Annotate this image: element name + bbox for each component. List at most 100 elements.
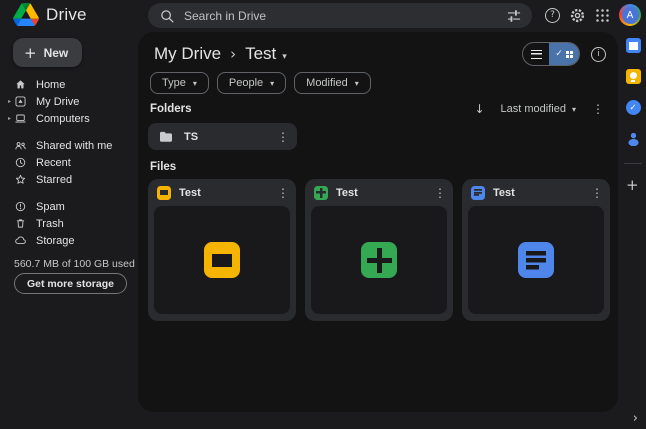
file-card-docs[interactable]: Test ⋮	[462, 179, 610, 321]
filter-chip-modified[interactable]: Modified ▾	[294, 72, 371, 94]
help-button[interactable]: ?	[545, 7, 560, 23]
info-icon: i	[597, 49, 600, 59]
file-preview	[468, 206, 604, 314]
sidebar-item-spam[interactable]: Spam	[0, 198, 138, 215]
folder-name: TS	[184, 130, 199, 143]
contacts-icon	[625, 131, 641, 146]
apps-grid-icon	[596, 8, 609, 22]
more-vertical-icon: ⋮	[277, 185, 289, 200]
list-view-icon	[530, 49, 542, 59]
cloud-icon	[15, 236, 26, 244]
docs-file-icon	[471, 185, 485, 200]
list-view-button[interactable]	[523, 43, 549, 65]
filter-chip-type[interactable]: Type ▾	[150, 72, 209, 94]
sidebar-item-recent[interactable]: Recent	[0, 154, 138, 171]
grid-view-icon	[565, 50, 573, 58]
breadcrumb: My Drive › Test ▾	[154, 44, 287, 64]
slides-preview-icon	[204, 242, 240, 278]
folder-icon	[160, 131, 172, 142]
sheets-file-icon	[314, 185, 328, 200]
file-cards: Test ⋮ Test ⋮ Test ⋮	[148, 179, 610, 321]
sidebar-item-home[interactable]: Home	[0, 76, 138, 93]
tasks-icon: ✓	[625, 100, 641, 115]
account-avatar[interactable]: A	[619, 4, 641, 26]
grid-view-button[interactable]: ✓	[549, 43, 579, 65]
new-button[interactable]: + New	[13, 38, 83, 67]
expand-arrow-icon[interactable]: ▸	[5, 115, 14, 122]
search-options-icon[interactable]	[506, 8, 522, 24]
help-icon: ?	[550, 10, 555, 20]
calendar-icon	[625, 38, 641, 53]
apps-grid-button[interactable]	[595, 8, 610, 23]
get-more-storage-button[interactable]: Get more storage	[14, 273, 127, 294]
sidebar-item-starred[interactable]: Starred	[0, 171, 138, 188]
chevron-down-icon: ▾	[571, 104, 576, 114]
arrow-down-icon: ↓	[474, 102, 485, 116]
chevron-down-icon: ▾	[270, 78, 275, 88]
drive-logo-icon	[13, 3, 39, 26]
app-title: Drive	[46, 4, 87, 24]
recent-icon	[15, 157, 26, 168]
check-icon: ✓	[555, 49, 563, 59]
keep-icon	[625, 69, 641, 84]
spam-icon	[15, 201, 26, 212]
view-details-button[interactable]: i	[591, 46, 606, 62]
file-card-sheets[interactable]: Test ⋮	[305, 179, 453, 321]
folders-more-button[interactable]: ⋮	[592, 103, 604, 115]
folder-item[interactable]: TS ⋮	[148, 123, 297, 150]
sidebar-item-my-drive[interactable]: ▸ My Drive	[0, 93, 138, 110]
sidebar-item-storage[interactable]: Storage	[0, 232, 138, 249]
file-menu-button[interactable]: ⋮	[591, 187, 603, 199]
sheets-preview-icon	[361, 242, 397, 278]
avatar-initial: A	[621, 6, 639, 24]
chevron-right-icon: ›	[632, 411, 638, 426]
file-menu-button[interactable]: ⋮	[277, 187, 289, 199]
tasks-button[interactable]: ✓	[625, 100, 641, 115]
file-preview	[154, 206, 290, 314]
plus-icon: +	[626, 176, 639, 194]
more-vertical-icon: ⋮	[591, 185, 603, 200]
star-icon	[15, 174, 26, 184]
search-bar[interactable]	[148, 3, 532, 28]
drive-logo: Drive	[13, 3, 87, 26]
get-add-ons-button[interactable]: +	[626, 178, 639, 193]
expand-arrow-icon[interactable]: ▸	[5, 98, 14, 105]
plus-icon: +	[24, 43, 37, 62]
sidebar-item-shared-with-me[interactable]: Shared with me	[0, 137, 138, 154]
settings-button[interactable]	[569, 7, 586, 24]
more-vertical-icon: ⋮	[277, 129, 289, 144]
side-panel-rail: ✓ +	[620, 30, 646, 429]
new-button-label: New	[43, 45, 69, 60]
file-name: Test	[179, 186, 201, 199]
contacts-button[interactable]	[625, 131, 641, 146]
file-card-slides[interactable]: Test ⋮	[148, 179, 296, 321]
sidebar-item-computers[interactable]: ▸ Computers	[0, 110, 138, 127]
docs-preview-icon	[518, 242, 554, 278]
folder-menu-button[interactable]: ⋮	[277, 131, 289, 143]
file-name: Test	[336, 186, 358, 199]
search-input[interactable]	[184, 8, 506, 23]
file-menu-button[interactable]: ⋮	[434, 187, 446, 199]
files-section-label: Files	[150, 161, 177, 173]
show-side-panel-button[interactable]: ›	[633, 412, 638, 425]
file-preview	[311, 206, 447, 314]
sort-controls: ↓ Last modified ▾ ⋮	[474, 102, 604, 116]
google-drive-app: Drive ?	[0, 0, 646, 429]
sidebar-item-trash[interactable]: Trash	[0, 215, 138, 232]
breadcrumb-my-drive[interactable]: My Drive	[154, 44, 221, 64]
sort-direction-button[interactable]: ↓	[474, 102, 484, 116]
storage-usage-text: 560.7 MB of 100 GB used	[14, 258, 135, 270]
chevron-down-icon: ▾	[192, 78, 197, 88]
computers-icon	[15, 114, 26, 123]
keep-button[interactable]	[625, 69, 641, 84]
topbar-actions: ? A	[545, 0, 641, 30]
sort-by-button[interactable]: Last modified ▾	[501, 103, 576, 115]
calendar-button[interactable]	[625, 38, 641, 53]
breadcrumb-current[interactable]: Test ▾	[245, 44, 287, 64]
home-icon	[16, 80, 25, 89]
slides-file-icon	[157, 185, 171, 200]
filter-chips: Type ▾ People ▾ Modified ▾	[150, 72, 371, 94]
my-drive-icon	[15, 96, 26, 107]
shared-with-me-icon	[15, 142, 26, 150]
filter-chip-people[interactable]: People ▾	[216, 72, 287, 94]
